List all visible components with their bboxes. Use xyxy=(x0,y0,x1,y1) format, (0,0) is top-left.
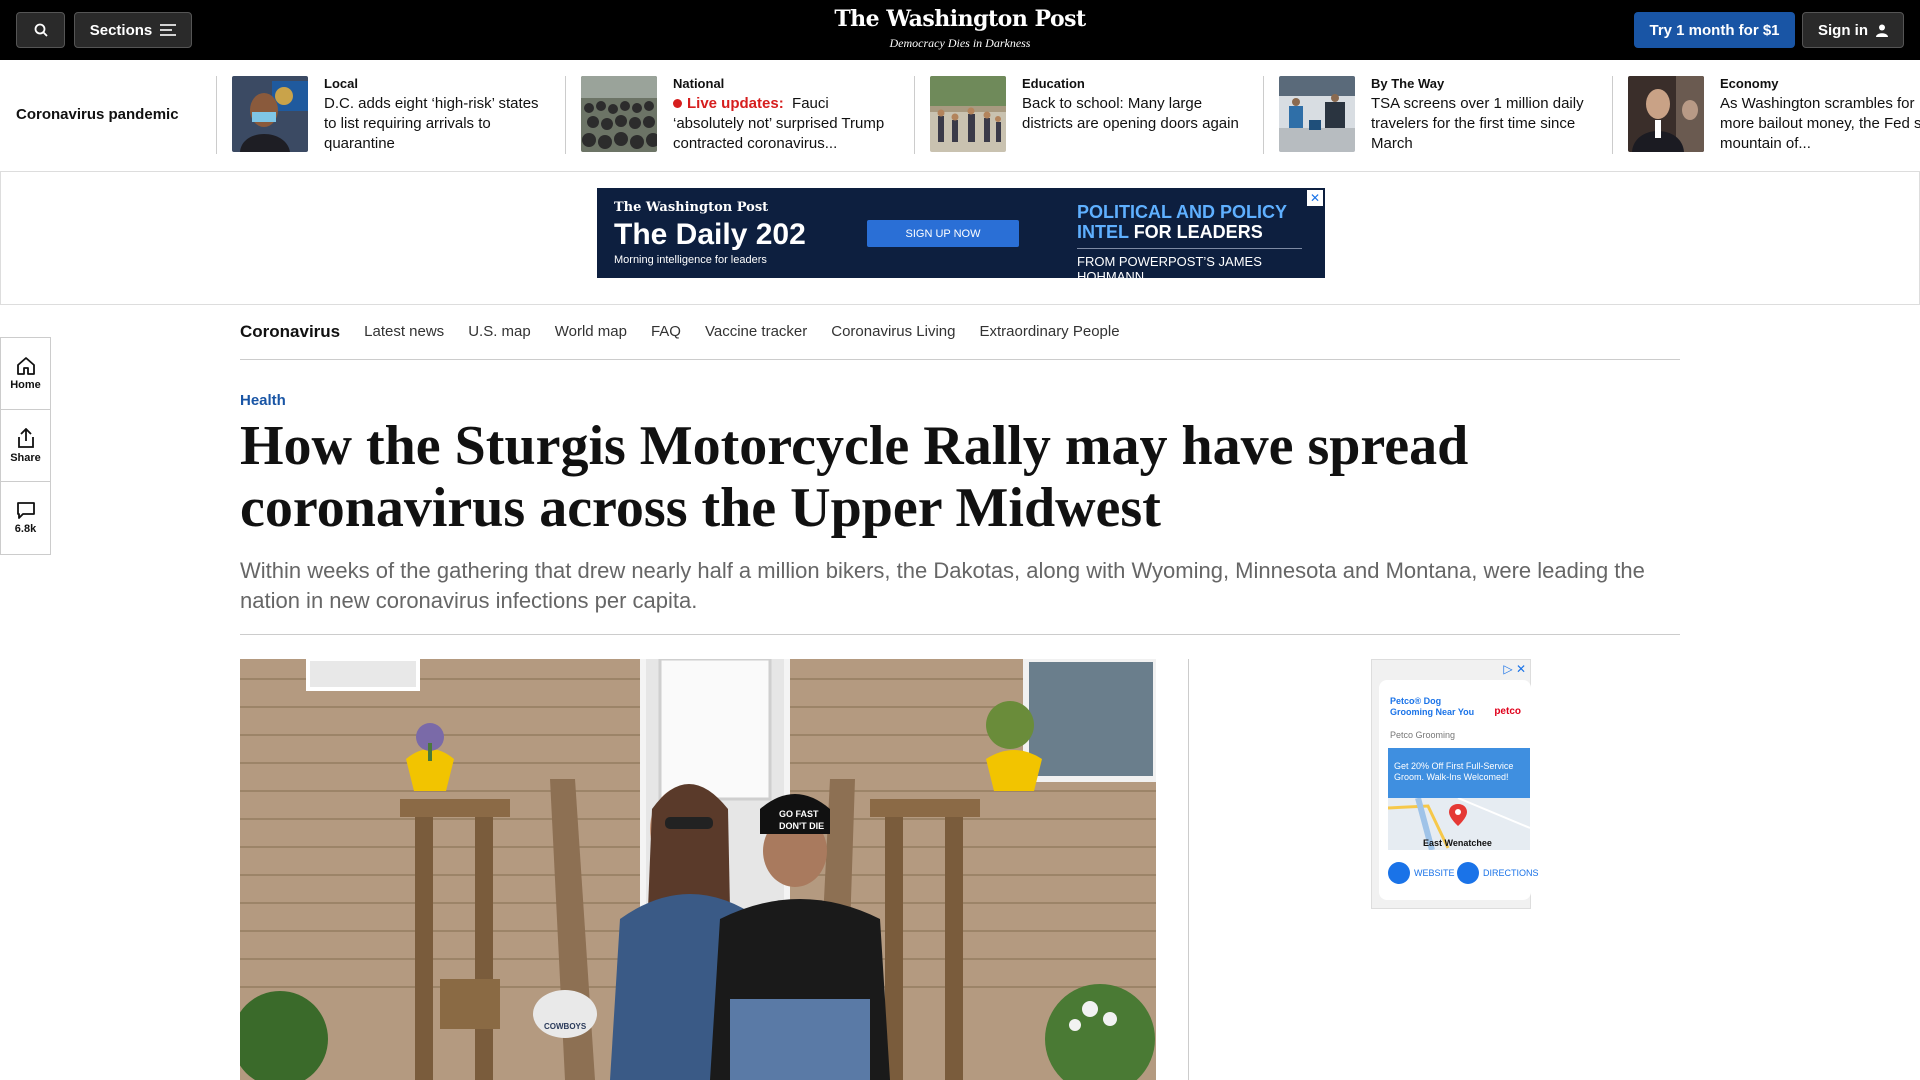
strip-kicker: Economy xyxy=(1720,76,1779,91)
banner-logo: The Washington Post xyxy=(614,200,769,215)
section-nav-extraordinary-people[interactable]: Extraordinary People xyxy=(979,323,1119,340)
article-dek: Within weeks of the gathering that drew … xyxy=(240,558,1645,613)
home-button[interactable]: Home xyxy=(1,338,50,410)
column-divider xyxy=(1188,659,1189,1080)
map-label: East Wenatchee xyxy=(1423,838,1492,848)
strip-text: By The Way TSA screens over 1 million da… xyxy=(1371,76,1601,154)
lead-photo: GO FAST DON'T DIE COWBOYS xyxy=(240,659,1156,1080)
section-nav-title[interactable]: Coronavirus xyxy=(240,322,340,342)
section-nav-vaccine-tracker[interactable]: Vaccine tracker xyxy=(705,323,807,340)
ad-map[interactable]: East Wenatchee xyxy=(1388,798,1530,850)
section-nav-us-map[interactable]: U.S. map xyxy=(468,323,531,340)
live-updates-label: Live updates: xyxy=(687,95,784,112)
article-kicker[interactable]: Health xyxy=(240,392,286,409)
strip-item-education[interactable]: Education Back to school: Many large dis… xyxy=(914,76,1263,154)
strip-item-local[interactable]: Local D.C. adds eight ‘high-risk’ states… xyxy=(216,76,565,154)
strip-item-national[interactable]: National Live updates: Fauci ‘absolutely… xyxy=(565,76,914,154)
strip-text: Local D.C. adds eight ‘high-risk’ states… xyxy=(324,76,554,154)
ad-card[interactable]: Petco® Dog Grooming Near You petco Petco… xyxy=(1379,680,1539,900)
banner-pitch: POLITICAL AND POLICY INTEL FOR LEADERS xyxy=(1077,202,1287,242)
strip-kicker: National xyxy=(673,76,725,91)
strip-headline[interactable]: D.C. adds eight ‘high-risk’ states to li… xyxy=(324,94,554,154)
headline-strip: Coronavirus pandemic Local D.C. adds eig… xyxy=(0,60,1920,171)
strip-kicker: By The Way xyxy=(1371,76,1445,91)
share-rail: Home Share 6.8k xyxy=(0,337,51,555)
strip-kicker: Local xyxy=(324,76,358,91)
strip-item-economy[interactable]: Economy As Washington scrambles for more… xyxy=(1612,76,1920,154)
home-icon xyxy=(16,356,35,375)
strip-thumbnail xyxy=(232,76,308,152)
ad-directions-label: DIRECTIONS xyxy=(1483,868,1539,878)
sign-in-label: Sign in xyxy=(1818,21,1868,39)
user-icon xyxy=(1876,24,1888,37)
header-divider xyxy=(240,634,1680,635)
banner-pitch-intel: INTEL xyxy=(1077,222,1129,242)
sign-in-button[interactable]: Sign in xyxy=(1802,12,1904,48)
ad-website-button[interactable]: WEBSITE xyxy=(1388,862,1455,884)
strip-headline[interactable]: Live updates: Fauci ‘absolutely not’ sur… xyxy=(673,94,903,154)
top-bar: Sections The Washington Post Democracy D… xyxy=(0,0,1920,60)
strip-item-by-the-way[interactable]: By The Way TSA screens over 1 million da… xyxy=(1263,76,1612,154)
cap-text-2: DON'T DIE xyxy=(779,821,824,831)
strip-thumbnail xyxy=(1628,76,1704,152)
petco-side-ad[interactable]: ▷ ✕ Petco® Dog Grooming Near You petco P… xyxy=(1371,659,1539,909)
banner-from: FROM POWERPOST’S JAMES HOHMANN xyxy=(1077,254,1262,284)
comment-count: 6.8k xyxy=(14,523,37,535)
site-logo[interactable]: The Washington Post xyxy=(0,6,1920,32)
plaque-text: COWBOYS xyxy=(544,1022,587,1031)
ad-website-label: WEBSITE xyxy=(1414,868,1455,878)
banner-pitch-for-leaders: FOR LEADERS xyxy=(1133,222,1263,242)
strip-text: Economy As Washington scrambles for more… xyxy=(1720,76,1920,154)
strip-topic-label[interactable]: Coronavirus pandemic xyxy=(16,106,179,123)
strip-kicker: Education xyxy=(1022,76,1085,91)
section-nav-coronavirus-living[interactable]: Coronavirus Living xyxy=(831,323,955,340)
strip-thumbnail xyxy=(581,76,657,152)
strip-headline[interactable]: As Washington scrambles for more bailout… xyxy=(1720,94,1920,154)
cap-text: GO FAST xyxy=(779,809,819,819)
comment-icon xyxy=(16,502,35,519)
section-nav-faq[interactable]: FAQ xyxy=(651,323,681,340)
article-headline: How the Sturgis Motorcycle Rally may hav… xyxy=(240,415,1469,539)
strip-thumbnail xyxy=(1279,76,1355,152)
ad-source: Petco Grooming xyxy=(1390,730,1456,740)
strip-thumbnail xyxy=(930,76,1006,152)
globe-icon xyxy=(1388,862,1410,884)
banner-divider xyxy=(1077,248,1302,249)
ad-title[interactable]: Petco® Dog Grooming Near You xyxy=(1390,696,1485,718)
comments-button[interactable]: 6.8k xyxy=(1,482,50,554)
home-label: Home xyxy=(10,378,41,391)
site-tagline: Democracy Dies in Darkness xyxy=(889,36,1031,50)
section-nav-world-map[interactable]: World map xyxy=(555,323,627,340)
banner-signup-button[interactable]: SIGN UP NOW xyxy=(867,220,1019,247)
subscribe-button[interactable]: Try 1 month for $1 xyxy=(1634,12,1795,48)
share-button[interactable]: Share xyxy=(1,410,50,482)
directions-icon xyxy=(1457,862,1479,884)
strip-text: National Live updates: Fauci ‘absolutely… xyxy=(673,76,903,154)
close-icon[interactable]: ✕ xyxy=(1307,190,1323,206)
strip-text: Education Back to school: Many large dis… xyxy=(1022,76,1252,134)
live-dot-icon xyxy=(673,99,682,108)
banner-subtitle: Morning intelligence for leaders xyxy=(614,254,767,266)
banner-pitch-line-1: POLITICAL AND POLICY xyxy=(1077,202,1288,222)
section-nav-latest-news[interactable]: Latest news xyxy=(364,323,444,340)
share-label: Share xyxy=(10,451,41,464)
ad-offer[interactable]: Get 20% Off First Full-Service Groom. Wa… xyxy=(1388,748,1530,798)
share-icon xyxy=(17,427,34,448)
daily-202-banner-ad[interactable]: The Washington Post The Daily 202 Mornin… xyxy=(597,188,1325,284)
strip-headline[interactable]: Back to school: Many large districts are… xyxy=(1022,94,1252,134)
section-nav: Coronavirus Latest news U.S. map World m… xyxy=(240,304,1680,360)
ad-directions-button[interactable]: DIRECTIONS xyxy=(1457,862,1539,884)
ad-brand-logo: petco xyxy=(1494,706,1521,717)
ad-band: The Washington Post The Daily 202 Mornin… xyxy=(0,171,1920,305)
strip-headline[interactable]: TSA screens over 1 million daily travele… xyxy=(1371,94,1601,154)
masthead[interactable]: The Washington Post Democracy Dies in Da… xyxy=(0,6,1920,51)
ad-choices-icon[interactable]: ▷ ✕ xyxy=(1503,662,1526,676)
banner-title: The Daily 202 xyxy=(614,218,806,251)
